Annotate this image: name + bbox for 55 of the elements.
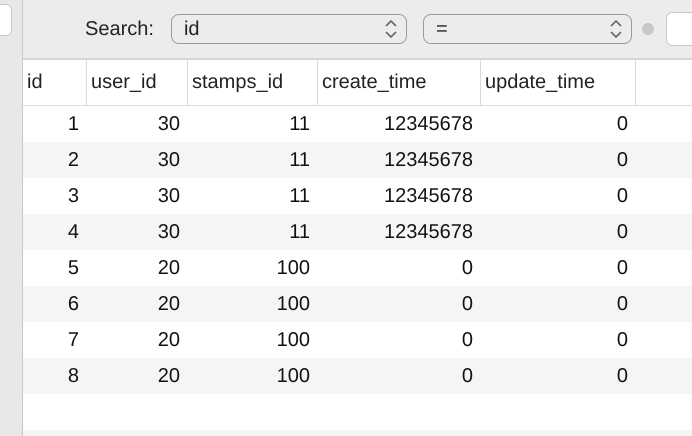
table-cell-text: 20 <box>156 292 181 316</box>
table-cell-text: 0 <box>616 220 629 244</box>
chevron-updown-icon <box>384 18 398 40</box>
column-header[interactable]: update_time <box>481 60 636 105</box>
search-label: Search: <box>85 18 154 40</box>
table-cell-text: 4 <box>66 220 80 244</box>
table-cell-text: 30 <box>156 148 181 172</box>
table-cell-text: 0 <box>616 112 629 136</box>
table-cell-text: 100 <box>276 256 311 280</box>
column-header[interactable]: user_id <box>87 60 188 105</box>
table-cell-text: 20 <box>156 364 181 388</box>
table-cell-text: 11 <box>288 220 311 244</box>
table-cell-text: 7 <box>66 328 80 352</box>
table-cell-text: 0 <box>460 328 474 352</box>
table-cell-text: 20 <box>156 328 181 352</box>
table-cell-text: 0 <box>460 364 474 388</box>
table-cell-text: 8 <box>66 364 80 388</box>
table-row[interactable]: 4 30 11 12345678 0 <box>23 214 692 250</box>
column-header[interactable]: id <box>23 60 87 105</box>
table-cell-text: 20 <box>156 256 181 280</box>
table-cell-text: 0 <box>460 292 474 316</box>
table-cell-text: 30 <box>156 112 181 136</box>
table-cell-text: 100 <box>276 328 311 352</box>
table-cell-text: 0 <box>616 148 629 172</box>
table-cell-text: 12345678 <box>383 148 474 172</box>
table-cell-text: 11 <box>288 184 311 208</box>
table-cell-text: 6 <box>66 292 80 316</box>
table-cell-text: 0 <box>616 292 629 316</box>
table-cell-text: 30 <box>156 220 181 244</box>
table-cell-text: 0 <box>616 256 629 280</box>
table-cell-text: 0 <box>616 328 629 352</box>
status-dot <box>642 23 654 35</box>
chevron-updown-icon <box>608 18 623 40</box>
table-row[interactable]: 6 20 100 0 0 <box>23 286 692 322</box>
table-cell-text: 11 <box>288 148 311 172</box>
table-cell-text: 12345678 <box>383 184 474 208</box>
table-cell-text: 2 <box>66 148 80 172</box>
column-select[interactable]: id <box>170 14 407 44</box>
table-row[interactable]: 2 30 11 12345678 0 <box>23 142 692 178</box>
table-cell-text: 0 <box>616 364 629 388</box>
table-cell-text: 0 <box>616 184 629 208</box>
table-cell-text: 12345678 <box>383 220 474 244</box>
table-cell-text: 1 <box>66 112 80 136</box>
table-cell-text: 5 <box>66 256 80 280</box>
operator-select[interactable]: = <box>422 14 632 44</box>
table-cell-text: 11 <box>288 112 311 136</box>
table-cell-text: 30 <box>156 184 181 208</box>
table-row[interactable]: 8 20 100 0 0 <box>23 358 692 394</box>
table-cell-text: 12345678 <box>383 112 474 136</box>
table-cell-text: 100 <box>276 292 311 316</box>
table-cell-text: 100 <box>276 364 311 388</box>
column-header[interactable]: create_time <box>318 60 481 105</box>
table-cell-text: 0 <box>460 256 474 280</box>
column-header[interactable]: stamps_id <box>188 60 318 105</box>
table-cell-text: 3 <box>66 184 80 208</box>
